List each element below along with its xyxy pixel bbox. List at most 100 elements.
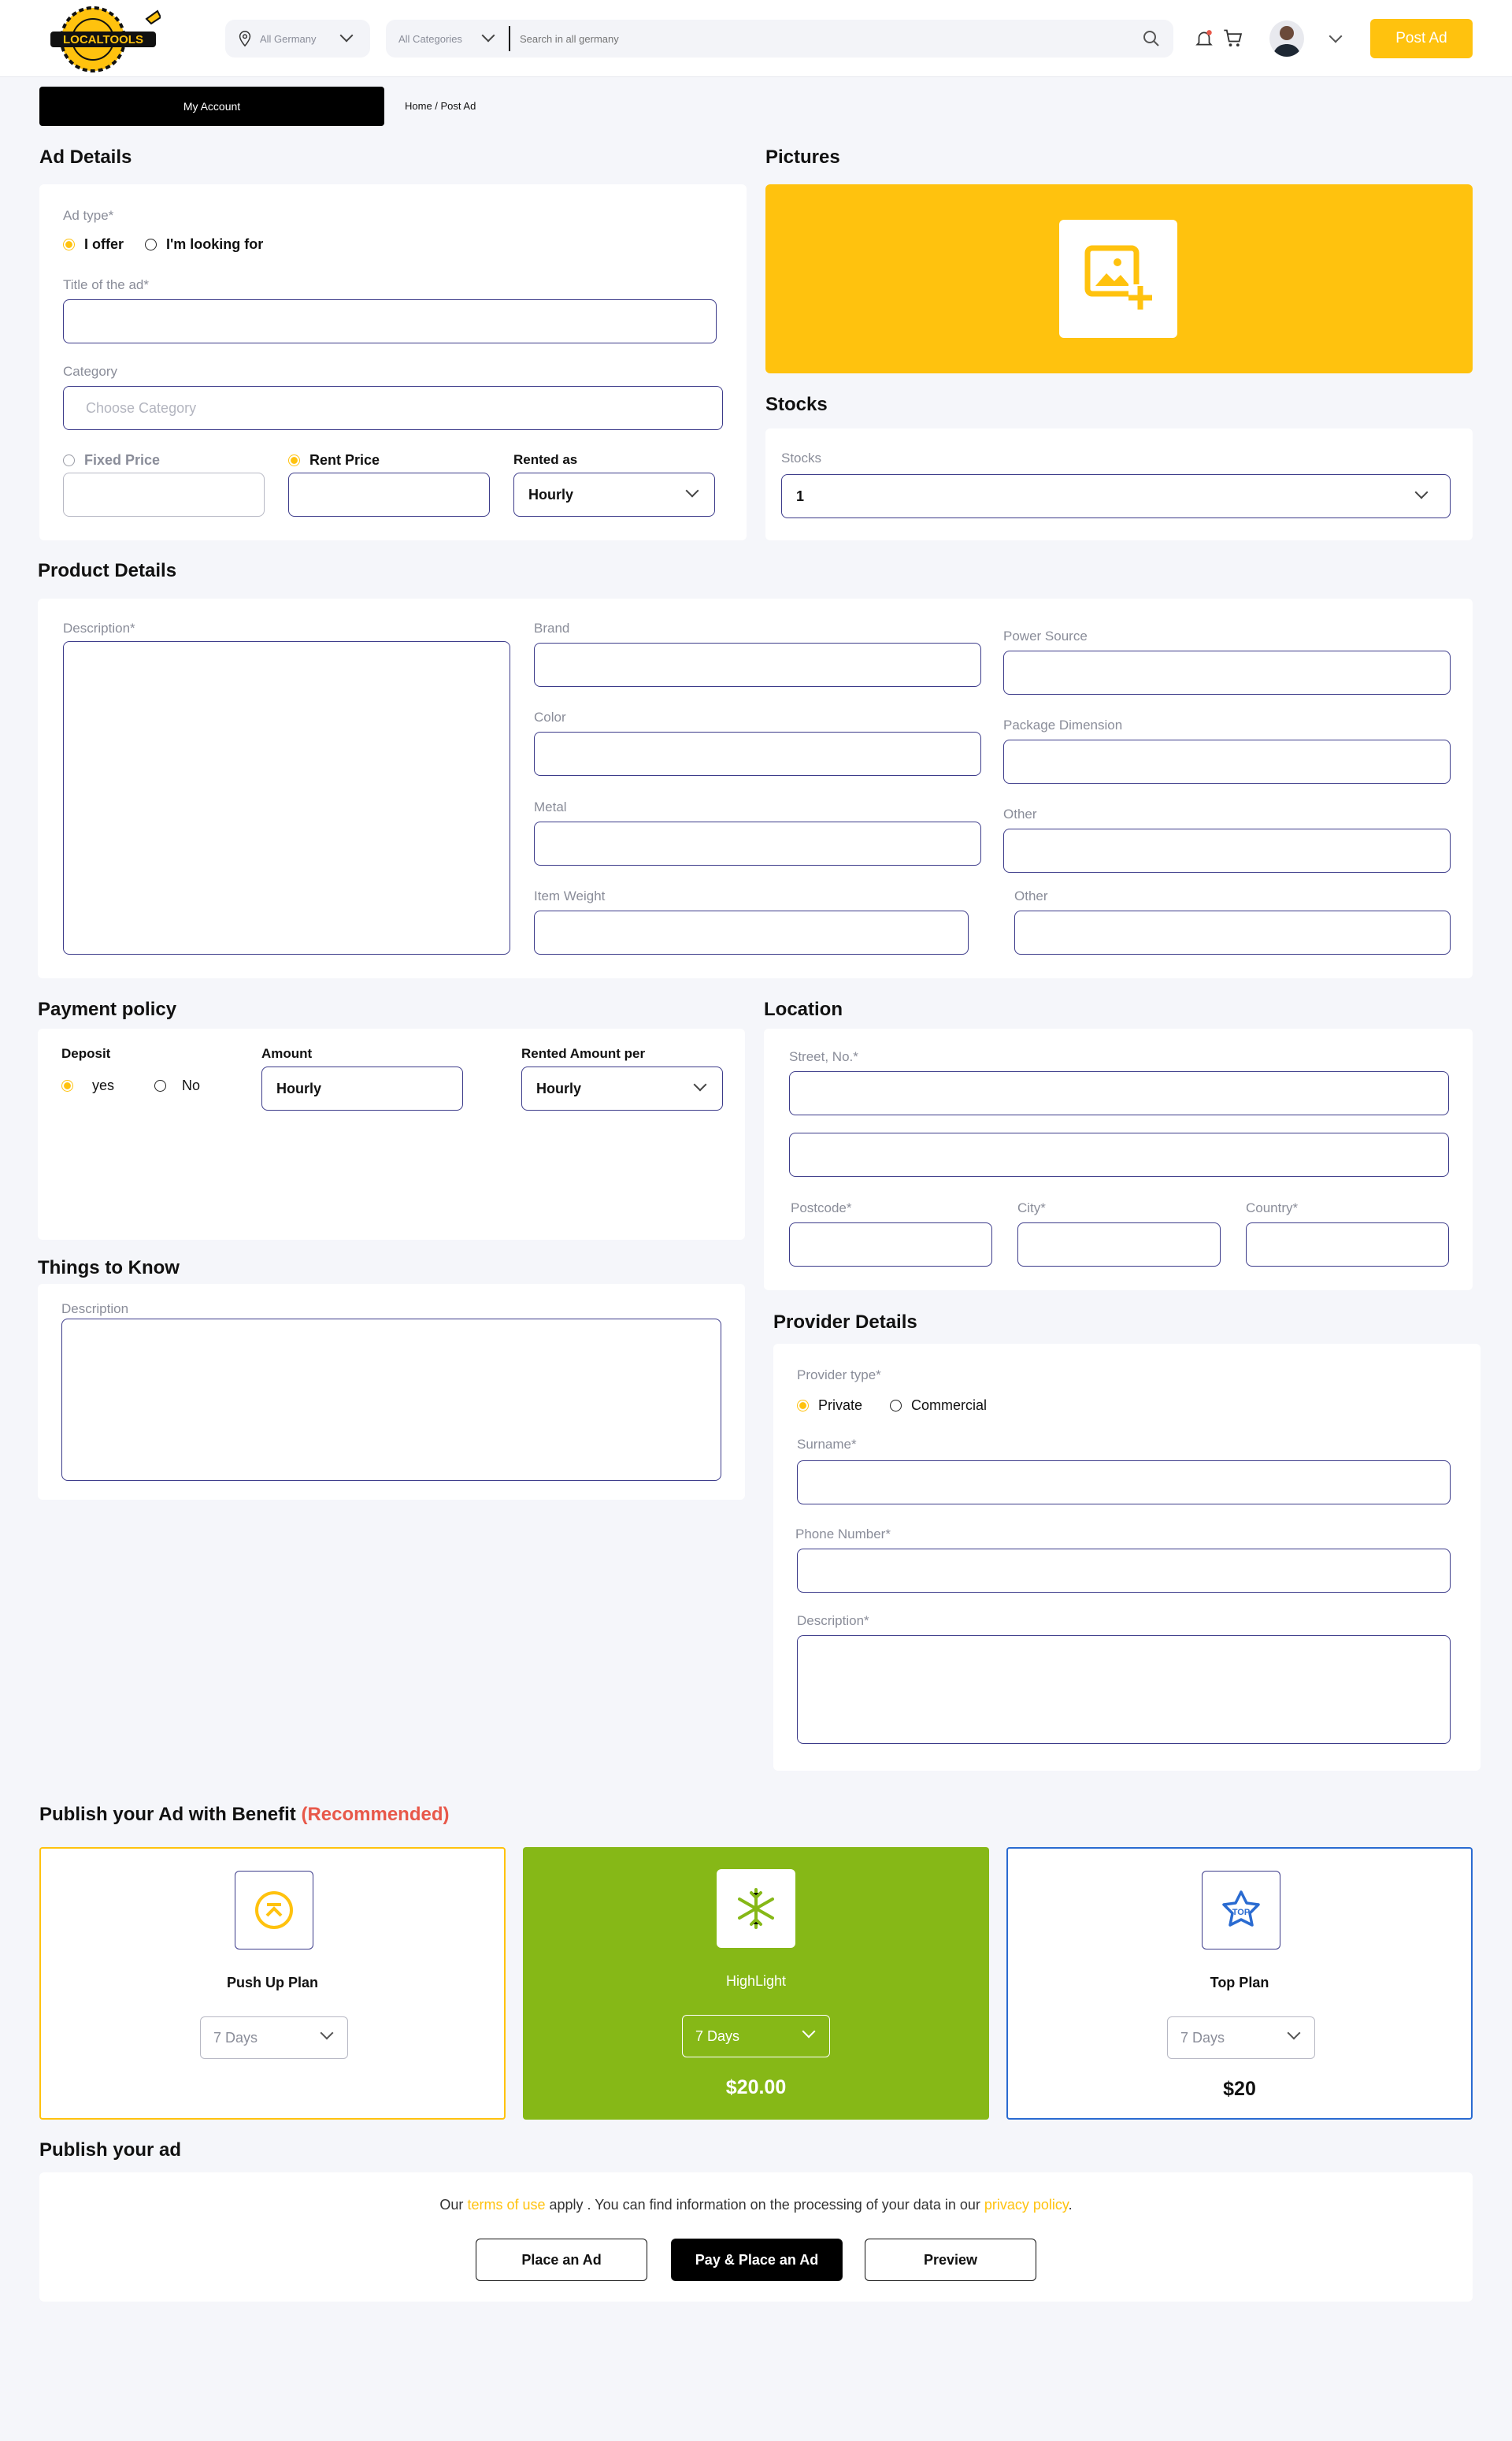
search-bar[interactable]: All Categories xyxy=(386,20,1173,58)
chevron-down-icon xyxy=(685,484,699,498)
metal-input[interactable] xyxy=(534,822,981,866)
other-input-2[interactable] xyxy=(1014,911,1451,955)
phone-input[interactable] xyxy=(797,1549,1451,1593)
stocks-select[interactable]: 1 xyxy=(781,474,1451,518)
terms-post: . xyxy=(1068,2197,1073,2213)
account-chevron-icon[interactable] xyxy=(1329,29,1343,43)
plan-duration: 7 Days xyxy=(1180,2029,1225,2046)
radio-label: yes xyxy=(92,1078,115,1093)
terms-mid: apply . You can find information on the … xyxy=(549,2197,980,2213)
things-to-know-title: Things to Know xyxy=(38,1257,180,1278)
provider-type-label: Provider type* xyxy=(797,1367,881,1382)
radio-fixed-price[interactable]: Fixed Price xyxy=(63,452,160,469)
radio-selected-icon xyxy=(797,1400,809,1412)
other-input-1[interactable] xyxy=(1003,829,1451,873)
radio-label: I offer xyxy=(84,236,124,252)
provider-description-textarea[interactable] xyxy=(797,1635,1451,1744)
description-textarea[interactable] xyxy=(63,641,510,955)
package-dimension-label: Package Dimension xyxy=(1003,718,1123,733)
product-details-title: Product Details xyxy=(38,560,177,581)
rent-price-input[interactable] xyxy=(288,473,490,517)
pay-place-ad-button[interactable]: Pay & Place an Ad xyxy=(671,2239,843,2281)
amount-input[interactable]: Hourly xyxy=(261,1067,463,1111)
radio-label: Commercial xyxy=(911,1397,988,1413)
chevron-down-icon xyxy=(802,2024,816,2038)
radio-label: I'm looking for xyxy=(166,236,264,252)
localtools-logo[interactable]: LOCALTOOLS xyxy=(46,3,161,72)
radio-rent-price[interactable]: Rent Price xyxy=(288,452,380,469)
top-header: LOCALTOOLS All Germany All Categories Po… xyxy=(0,0,1512,77)
plan-duration-select[interactable]: 7 Days xyxy=(682,2015,830,2057)
other-label: Other xyxy=(1014,888,1048,903)
privacy-policy-link[interactable]: privacy policy xyxy=(984,2197,1069,2213)
my-account-button[interactable]: My Account xyxy=(39,87,384,126)
radio-unselected-icon xyxy=(63,454,75,466)
rented-as-value: Hourly xyxy=(528,486,574,503)
location-selector[interactable]: All Germany xyxy=(225,20,370,58)
radio-i-offer[interactable]: I offer xyxy=(63,236,124,253)
chevron-down-icon xyxy=(1287,2026,1301,2040)
post-ad-button[interactable]: Post Ad xyxy=(1370,19,1473,58)
category-label: Category xyxy=(63,364,117,379)
highlight-plan-card[interactable]: HighLight 7 Days $20.00 xyxy=(523,1847,989,2120)
color-input[interactable] xyxy=(534,732,981,776)
postcode-input[interactable] xyxy=(789,1222,992,1267)
push-up-plan-card[interactable]: Push Up Plan 7 Days xyxy=(39,1847,506,2120)
rented-amount-select[interactable]: Hourly xyxy=(521,1067,723,1111)
ad-title-input[interactable] xyxy=(63,299,717,343)
breadcrumb[interactable]: Home / Post Ad xyxy=(405,100,476,112)
things-description-textarea[interactable] xyxy=(61,1319,721,1481)
search-input[interactable] xyxy=(520,26,1118,51)
snowflake-icon xyxy=(738,1888,774,1929)
publish-card xyxy=(39,2172,1473,2302)
brand-label: Brand xyxy=(534,621,570,636)
radio-looking-for[interactable]: I'm looking for xyxy=(145,236,263,253)
stocks-title: Stocks xyxy=(765,394,828,415)
country-input[interactable] xyxy=(1246,1222,1449,1267)
add-image-icon xyxy=(1084,245,1152,310)
place-ad-button[interactable]: Place an Ad xyxy=(476,2239,647,2281)
avatar[interactable] xyxy=(1269,20,1304,57)
package-dimension-input[interactable] xyxy=(1003,740,1451,784)
terms-of-use-link[interactable]: terms of use xyxy=(467,2197,545,2213)
street-input[interactable] xyxy=(789,1071,1449,1115)
plan-name: Push Up Plan xyxy=(226,1975,318,1990)
pictures-upload-area[interactable] xyxy=(765,184,1473,373)
rented-as-select[interactable]: Hourly xyxy=(513,473,715,517)
radio-private[interactable]: Private xyxy=(797,1397,862,1414)
plan-duration: 7 Days xyxy=(695,2027,740,2044)
publish-benefit-title-text: Publish your Ad with Benefit xyxy=(39,1804,296,1825)
radio-deposit-no[interactable]: No xyxy=(154,1078,200,1094)
item-weight-input[interactable] xyxy=(534,911,969,955)
rented-as-label: Rented as xyxy=(513,452,578,467)
ad-details-card: Ad type* I offer I'm looking for Title o… xyxy=(39,184,747,540)
provider-details-title: Provider Details xyxy=(773,1311,917,1333)
city-input[interactable] xyxy=(1017,1222,1221,1267)
power-source-input[interactable] xyxy=(1003,651,1451,695)
plan-duration-select[interactable]: 7 Days xyxy=(1167,2016,1315,2059)
search-divider xyxy=(509,26,510,51)
plan-duration-select[interactable]: 7 Days xyxy=(200,2016,348,2059)
top-plan-card[interactable]: TOP Top Plan 7 Days $20 xyxy=(1006,1847,1473,2120)
surname-input[interactable] xyxy=(797,1460,1451,1504)
pictures-title: Pictures xyxy=(765,147,840,168)
preview-button[interactable]: Preview xyxy=(865,2239,1036,2281)
item-weight-label: Item Weight xyxy=(534,888,606,903)
highlight-icon-box xyxy=(717,1869,795,1948)
category-select[interactable]: Choose Category xyxy=(63,386,723,430)
payment-policy-card: Deposit yes No Amount Hourly Rented Amou… xyxy=(38,1029,745,1240)
street-input-2[interactable] xyxy=(789,1133,1449,1177)
radio-deposit-yes[interactable]: yes xyxy=(61,1078,114,1094)
add-picture-button[interactable] xyxy=(1059,220,1177,338)
cart-icon[interactable] xyxy=(1222,28,1244,50)
terms-text: Our terms of use apply . You can find in… xyxy=(39,2197,1473,2213)
radio-selected-icon xyxy=(288,454,300,466)
radio-commercial[interactable]: Commercial xyxy=(890,1397,987,1414)
top-icon-box: TOP xyxy=(1202,1871,1280,1949)
fixed-price-input[interactable] xyxy=(63,473,265,517)
search-icon[interactable] xyxy=(1142,29,1161,48)
publish-benefit-title: Publish your Ad with Benefit (Recommende… xyxy=(39,1804,449,1826)
category-selector[interactable]: All Categories xyxy=(398,33,462,45)
notification-bell-icon[interactable] xyxy=(1194,28,1214,49)
brand-input[interactable] xyxy=(534,643,981,687)
